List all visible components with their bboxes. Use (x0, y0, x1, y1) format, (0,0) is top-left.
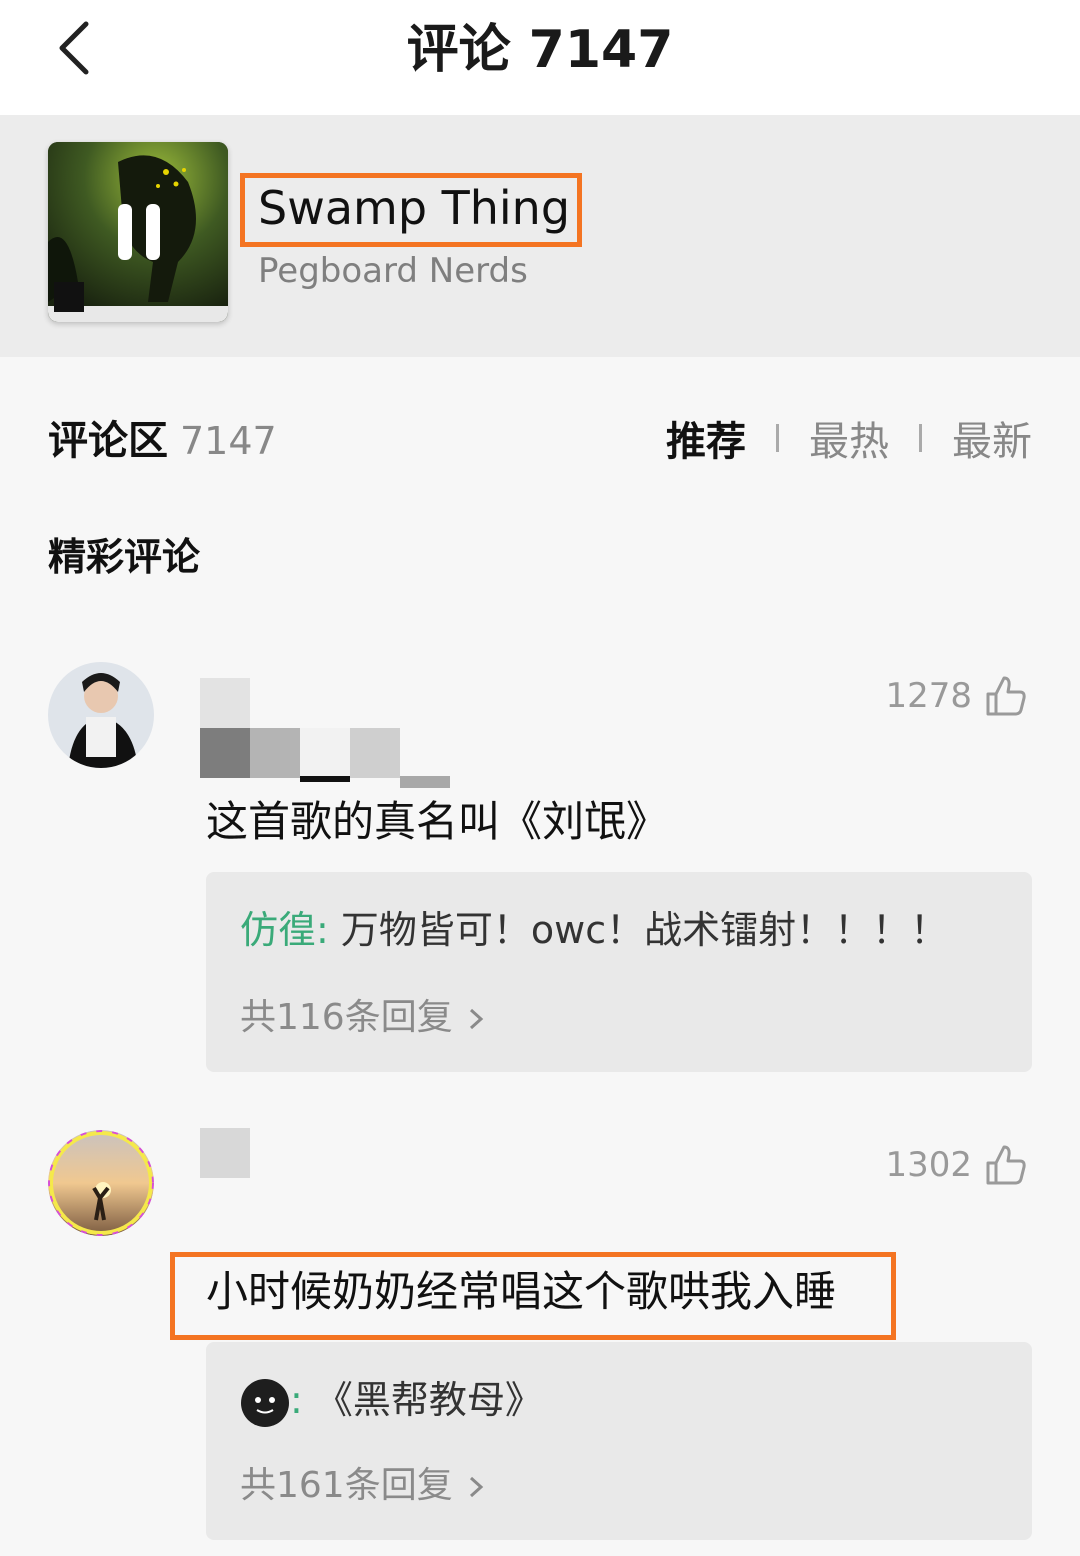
avatar-image (48, 1130, 154, 1236)
chevron-right-icon (469, 1476, 483, 1498)
view-replies-link[interactable]: 共116条回复 (240, 992, 491, 1044)
top-bar: 评论 7147 (0, 0, 1080, 115)
featured-comments-label: 精彩评论 (48, 535, 201, 579)
song-title[interactable]: Swamp Thing (258, 177, 570, 239)
reply-preview[interactable]: : 《黑帮教母》 共161条回复 (206, 1342, 1032, 1540)
like-button[interactable]: 1278 (885, 674, 1028, 718)
reply-line: : 《黑帮教母》 (240, 1372, 543, 1428)
section-count: 7147 (180, 419, 277, 463)
album-cover[interactable] (48, 142, 228, 322)
reply-count-label: 共161条回复 (240, 1465, 453, 1506)
avatar[interactable] (48, 662, 154, 768)
pause-icon (118, 204, 160, 260)
sort-tab-newest[interactable]: 最新 (952, 409, 1032, 467)
reply-text: 《黑帮教母》 (302, 1378, 543, 1422)
reply-author[interactable]: 仿徨 (240, 908, 316, 952)
reply-line: 仿徨: 万物皆可！owc！战术镭射！！！！ (240, 902, 948, 958)
avatar-image (48, 662, 154, 768)
avatar[interactable] (48, 1130, 154, 1236)
sort-tab-recommended[interactable]: 推荐 (666, 409, 746, 467)
song-card[interactable]: Swamp Thing Pegboard Nerds (0, 115, 1080, 357)
chevron-right-icon (469, 1008, 483, 1030)
thumbs-up-icon (986, 676, 1026, 716)
like-button[interactable]: 1302 (885, 1143, 1028, 1187)
like-count: 1278 (885, 676, 972, 716)
comment-text[interactable]: 这首歌的真名叫《刘氓》 (206, 792, 668, 852)
song-artist[interactable]: Pegboard Nerds (258, 247, 528, 295)
divider (776, 424, 779, 452)
comment-section-header: 评论区 7147 推荐 最热 最新 (48, 408, 1032, 468)
sort-tabs: 推荐 最热 最新 (666, 408, 1032, 468)
section-label: 评论区 (48, 418, 168, 464)
sort-tab-hottest[interactable]: 最热 (809, 409, 889, 467)
username-blurred[interactable] (200, 678, 450, 790)
username-blurred[interactable] (200, 1128, 250, 1178)
comment-text[interactable]: 小时候奶奶经常唱这个歌哄我入睡 (206, 1262, 836, 1322)
emoji-avatar-icon (241, 1378, 289, 1427)
reply-preview[interactable]: 仿徨: 万物皆可！owc！战术镭射！！！！ 共116条回复 (206, 872, 1032, 1072)
view-replies-link[interactable]: 共161条回复 (240, 1460, 491, 1512)
reply-count-label: 共116条回复 (240, 997, 453, 1038)
like-count: 1302 (885, 1145, 972, 1185)
page-title: 评论 7147 (406, 20, 674, 80)
reply-text: 万物皆可！owc！战术镭射！！！！ (328, 908, 949, 952)
thumbs-up-icon (986, 1145, 1026, 1185)
reply-separator: : (290, 1378, 303, 1422)
reply-separator: : (316, 908, 329, 952)
divider (919, 424, 922, 452)
